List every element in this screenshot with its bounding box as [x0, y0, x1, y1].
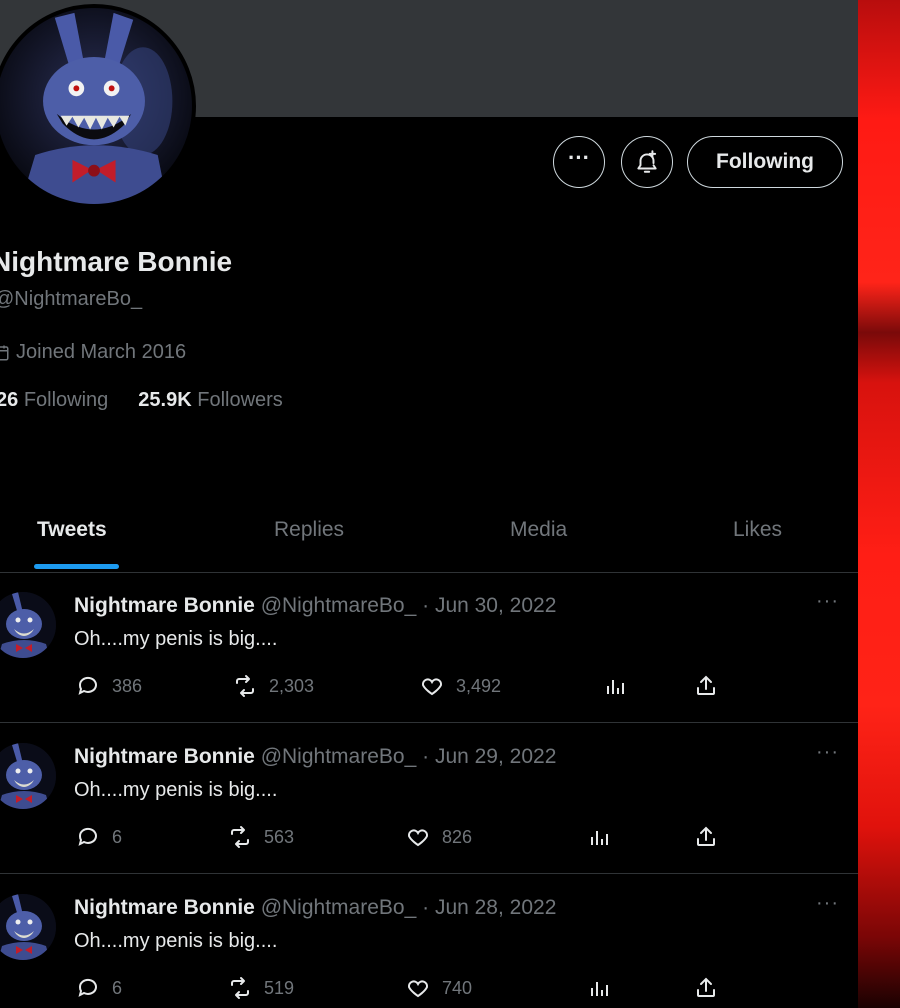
profile-handle: @NightmareBo_ — [0, 288, 143, 310]
followers-label: Followers — [197, 389, 283, 411]
tweet-author-handle[interactable]: @NightmareBo_ — [261, 745, 417, 768]
following-button[interactable]: Following — [687, 136, 843, 188]
tweet-header: Nightmare Bonnie @NightmareBo_ · Jun 30,… — [74, 594, 556, 618]
tweet-separator: · — [422, 594, 435, 617]
tweet-separator: · — [422, 896, 435, 919]
views-button[interactable] — [587, 976, 611, 1000]
tweet-separator: · — [422, 745, 435, 768]
more-options-button[interactable]: ··· — [553, 136, 605, 188]
profile-stats: 26 Following 25.9K Followers — [0, 389, 283, 412]
tab-tweets[interactable]: Tweets — [37, 518, 107, 542]
tweet-text: Oh....my penis is big.... — [74, 628, 278, 650]
tweet-item[interactable]: Nightmare Bonnie @NightmareBo_ · Jun 28,… — [0, 874, 858, 1008]
share-button[interactable] — [694, 825, 718, 849]
tweet-author-name[interactable]: Nightmare Bonnie — [74, 896, 255, 919]
views-button[interactable] — [587, 825, 611, 849]
heart-icon — [407, 980, 429, 998]
bonnie-avatar-image — [0, 743, 56, 809]
like-count: 740 — [442, 977, 473, 998]
profile-page: ··· Following Nightmare Bonnie @Nightmar… — [0, 0, 858, 1008]
retweet-count: 563 — [264, 826, 295, 847]
reply-bubble-icon — [78, 676, 97, 695]
calendar-icon — [0, 345, 9, 360]
tweet-date[interactable]: Jun 30, 2022 — [435, 594, 556, 617]
share-icon — [697, 826, 715, 846]
views-bar-icon — [607, 680, 624, 694]
profile-display-name: Nightmare Bonnie — [0, 246, 233, 277]
views-button[interactable] — [603, 674, 627, 698]
tweet-author-handle[interactable]: @NightmareBo_ — [261, 896, 417, 919]
tab-replies[interactable]: Replies — [274, 518, 344, 542]
reply-count: 6 — [112, 977, 123, 998]
reply-button[interactable]: 386 — [76, 674, 142, 698]
tweet-text: Oh....my penis is big.... — [74, 930, 278, 952]
following-stat[interactable]: 26 Following — [0, 389, 108, 412]
retweet-count: 2,303 — [269, 675, 315, 696]
like-count: 826 — [442, 826, 473, 847]
tweet-more-icon[interactable]: ··· — [816, 590, 839, 613]
retweet-button[interactable]: 2,303 — [233, 674, 314, 698]
retweet-icon — [236, 675, 254, 697]
share-button[interactable] — [694, 674, 718, 698]
like-button[interactable]: 3,492 — [420, 674, 501, 698]
tweet-more-icon[interactable]: ··· — [816, 741, 839, 764]
followers-stat[interactable]: 25.9K Followers — [138, 389, 283, 412]
tweet-item[interactable]: Nightmare Bonnie @NightmareBo_ · Jun 30,… — [0, 572, 858, 723]
tweet-header: Nightmare Bonnie @NightmareBo_ · Jun 28,… — [74, 896, 556, 920]
retweet-icon — [231, 977, 249, 999]
views-bar-icon — [591, 982, 608, 996]
following-count: 26 — [0, 389, 19, 411]
like-button[interactable]: 826 — [406, 825, 472, 849]
heart-icon — [407, 829, 429, 847]
reply-bubble-icon — [78, 978, 97, 997]
profile-avatar[interactable] — [0, 4, 196, 208]
tweet-avatar[interactable] — [0, 592, 56, 658]
retweet-button[interactable]: 563 — [228, 825, 294, 849]
tab-likes[interactable]: Likes — [733, 518, 782, 542]
tweet-header: Nightmare Bonnie @NightmareBo_ · Jun 29,… — [74, 745, 556, 769]
tweet-avatar[interactable] — [0, 894, 56, 960]
reply-button[interactable]: 6 — [76, 976, 122, 1000]
bonnie-avatar-image — [0, 894, 56, 960]
tweet-author-name[interactable]: Nightmare Bonnie — [74, 745, 255, 768]
views-bar-icon — [591, 831, 608, 845]
reply-button[interactable]: 6 — [76, 825, 122, 849]
share-button[interactable] — [694, 976, 718, 1000]
profile-tabs: Tweets Replies Media Likes — [0, 500, 858, 573]
tab-media[interactable]: Media — [510, 518, 567, 542]
joined-date-text: Joined March 2016 — [16, 341, 187, 363]
retweet-count: 519 — [264, 977, 295, 998]
following-label: Following — [23, 389, 109, 411]
bell-plus-icon — [637, 150, 657, 173]
retweet-icon — [231, 826, 249, 848]
heart-icon — [421, 678, 443, 696]
tweet-item[interactable]: Nightmare Bonnie @NightmareBo_ · Jun 29,… — [0, 723, 858, 874]
tweet-author-name[interactable]: Nightmare Bonnie — [74, 594, 255, 617]
profile-joined: Joined March 2016 — [0, 341, 186, 364]
like-button[interactable]: 740 — [406, 976, 472, 1000]
tweet-text: Oh....my penis is big.... — [74, 779, 278, 801]
reply-bubble-icon — [78, 827, 97, 846]
bonnie-avatar-image — [0, 592, 56, 658]
more-dots-icon: ··· — [568, 145, 590, 170]
bonnie-avatar-image — [0, 8, 192, 204]
tweet-author-handle[interactable]: @NightmareBo_ — [261, 594, 417, 617]
tweet-avatar[interactable] — [0, 743, 56, 809]
share-icon — [697, 675, 715, 695]
tweet-more-icon[interactable]: ··· — [816, 892, 839, 915]
reply-count: 6 — [112, 826, 123, 847]
tweet-date[interactable]: Jun 28, 2022 — [435, 896, 556, 919]
retweet-button[interactable]: 519 — [228, 976, 294, 1000]
followers-count: 25.9K — [138, 389, 192, 411]
share-icon — [697, 977, 715, 997]
side-red-background — [858, 0, 900, 1008]
like-count: 3,492 — [456, 675, 502, 696]
notifications-button[interactable] — [621, 136, 673, 188]
active-tab-indicator — [34, 564, 119, 569]
reply-count: 386 — [112, 675, 143, 696]
tweet-date[interactable]: Jun 29, 2022 — [435, 745, 556, 768]
